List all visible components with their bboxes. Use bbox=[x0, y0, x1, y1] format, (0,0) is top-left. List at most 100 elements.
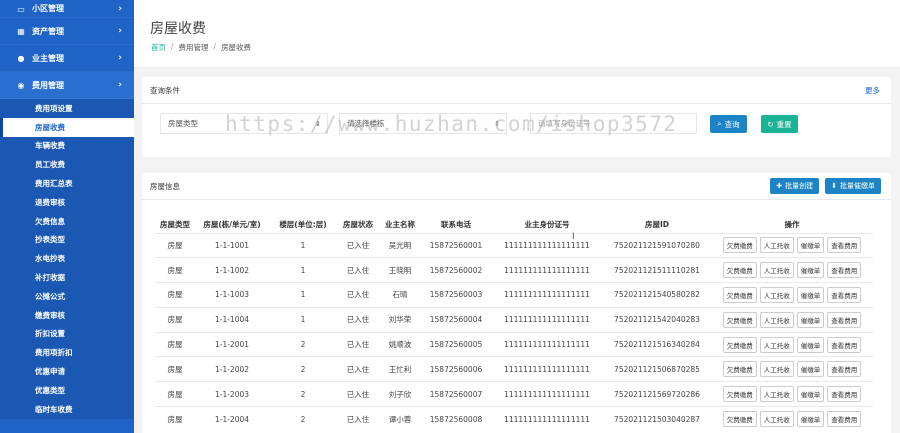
pay-arrears-button[interactable]: 欠费缴费 bbox=[722, 311, 757, 328]
manual-collection-button[interactable]: 人工托收 bbox=[759, 311, 794, 328]
sidebar-item-fee-summary[interactable]: 费用汇总表 bbox=[0, 174, 134, 193]
more-link[interactable]: 更多 bbox=[865, 85, 880, 96]
sidebar-item-shared-formula[interactable]: 公摊公式 bbox=[0, 287, 134, 306]
sidebar-group-community[interactable]: ▭ 小区管理 › bbox=[0, 0, 134, 18]
manual-collection-button[interactable]: 人工托收 bbox=[759, 237, 794, 254]
pay-arrears-button[interactable]: 欠费缴费 bbox=[722, 286, 757, 303]
id-number-input[interactable]: 请填写身份证号 bbox=[530, 113, 697, 134]
urge-notice-button[interactable]: 催缴单 bbox=[796, 336, 825, 353]
manual-collection-button[interactable]: 人工托收 bbox=[759, 286, 794, 303]
reset-button[interactable]: ↻ 重置 bbox=[761, 115, 798, 133]
manual-collection-button[interactable]: 人工托收 bbox=[759, 361, 794, 378]
sidebar-item-discount-type[interactable]: 优惠类型 bbox=[0, 381, 134, 400]
breadcrumb-fee-management[interactable]: 费用管理 bbox=[179, 42, 209, 53]
cell-floor: 2 bbox=[269, 331, 337, 357]
house-type-select[interactable]: 房屋类型 ⇕ bbox=[160, 113, 328, 134]
pay-arrears-button[interactable]: 欠费缴费 bbox=[722, 361, 757, 378]
view-fees-button[interactable]: 查看费用 bbox=[827, 411, 862, 428]
cell-actions: 欠费缴费 人工托收 催缴单 查看费用 bbox=[711, 356, 873, 382]
sidebar-item-vehicle-fee[interactable]: 车辆收费 bbox=[0, 137, 134, 156]
view-fees-button[interactable]: 查看费用 bbox=[827, 386, 862, 403]
cell-phone: 15872560005 bbox=[421, 331, 491, 357]
sidebar-item-refund-review[interactable]: 退费审核 bbox=[0, 193, 134, 212]
view-fees-button[interactable]: 查看费用 bbox=[827, 311, 862, 328]
breadcrumb-home-link[interactable]: 首页 bbox=[151, 42, 166, 53]
row-actions: 欠费缴费 人工托收 催缴单 查看费用 bbox=[711, 361, 873, 378]
cell-house-id: 752021121569720286 bbox=[603, 381, 711, 407]
sidebar-item-discount-settings[interactable]: 折扣设置 bbox=[0, 325, 134, 344]
cell-owner: 吴光明 bbox=[379, 232, 421, 258]
sidebar-item-meter-type[interactable]: 抄表类型 bbox=[0, 231, 134, 250]
col-house-type: 房屋类型 bbox=[155, 216, 195, 234]
pay-arrears-button[interactable]: 欠费缴费 bbox=[722, 411, 757, 428]
view-fees-button[interactable]: 查看费用 bbox=[827, 262, 862, 279]
cell-actions: 欠费缴费 人工托收 催缴单 查看费用 bbox=[711, 406, 873, 432]
batch-urge-button[interactable]: ⬇ 批量催缴单 bbox=[825, 178, 881, 194]
cell-phone: 15872560006 bbox=[421, 356, 491, 382]
sidebar-item-discount-apply[interactable]: 优惠申请 bbox=[0, 362, 134, 381]
view-fees-button[interactable]: 查看费用 bbox=[827, 286, 862, 303]
search-button[interactable]: ⌕ 查询 bbox=[710, 115, 747, 133]
sidebar: ▭ 小区管理 › ▦ 资产管理 › ● 业主管理 › ◉ 费用管理 › 费用项设… bbox=[0, 0, 134, 433]
pay-arrears-button[interactable]: 欠费缴费 bbox=[722, 386, 757, 403]
reset-button-label: 重置 bbox=[776, 119, 792, 129]
urge-notice-button[interactable]: 催缴单 bbox=[796, 311, 825, 328]
manual-collection-button[interactable]: 人工托收 bbox=[759, 386, 794, 403]
manual-collection-button[interactable]: 人工托收 bbox=[759, 336, 794, 353]
plus-icon: ✚ bbox=[776, 182, 783, 190]
coin-icon: ◉ bbox=[17, 80, 25, 90]
sidebar-item-fee-discount[interactable]: 费用项折扣 bbox=[0, 343, 134, 362]
building-select[interactable]: 请选择楼栋 ⇕ bbox=[339, 113, 507, 134]
manual-collection-button[interactable]: 人工托收 bbox=[759, 411, 794, 428]
urge-notice-button[interactable]: 催缴单 bbox=[796, 361, 825, 378]
sidebar-item-house-fee[interactable]: 房屋收费 bbox=[0, 117, 134, 137]
row-actions: 欠费缴费 人工托收 催缴单 查看费用 bbox=[711, 386, 873, 403]
sidebar-item-meter-reading[interactable]: 水电抄表 bbox=[0, 249, 134, 268]
urge-notice-button[interactable]: 催缴单 bbox=[796, 262, 825, 279]
pay-arrears-button[interactable]: 欠费缴费 bbox=[722, 237, 757, 254]
urge-notice-button[interactable]: 催缴单 bbox=[796, 237, 825, 254]
cell-house-id: 752021121506870285 bbox=[603, 356, 711, 382]
cell-id-number: 111111111111111111 bbox=[491, 282, 603, 308]
sidebar-item-fee-settings[interactable]: 费用项设置 bbox=[0, 99, 134, 118]
cell-house: 1-1-1003 bbox=[195, 282, 269, 308]
sidebar-item-payment-review[interactable]: 缴费审核 bbox=[0, 306, 134, 325]
sidebar-item-reprint-receipt[interactable]: 补打收据 bbox=[0, 268, 134, 287]
col-house: 房屋(栋/单元/室) bbox=[195, 216, 269, 234]
urge-notice-button[interactable]: 催缴单 bbox=[796, 411, 825, 428]
cell-floor: 2 bbox=[269, 356, 337, 382]
pay-arrears-button[interactable]: 欠费缴费 bbox=[722, 262, 757, 279]
sidebar-group-assets[interactable]: ▦ 资产管理 › bbox=[0, 18, 134, 45]
table-row: 房屋 1-1-1004 1 已入住 刘华荣 15872560004 111111111111… bbox=[155, 306, 873, 333]
cell-id-number: 111111111111111111 bbox=[491, 406, 603, 432]
reset-icon: ↻ bbox=[767, 119, 774, 129]
cell-actions: 欠费缴费 人工托收 催缴单 查看费用 bbox=[711, 257, 873, 283]
breadcrumb-separator: / bbox=[213, 42, 217, 51]
cell-house: 1-1-1002 bbox=[195, 257, 269, 283]
table-row: 房屋 1-1-1002 1 已入住 王晓明 15872560002 111111111111… bbox=[155, 257, 873, 283]
pay-arrears-button[interactable]: 欠费缴费 bbox=[722, 336, 757, 353]
query-panel: 查询条件 更多 房屋类型 ⇕ 请选择楼栋 ⇕ 请填写身份证号 ⌕ 查询 ↻ 重置 bbox=[142, 77, 891, 157]
urge-notice-button[interactable]: 催缴单 bbox=[796, 286, 825, 303]
view-fees-button[interactable]: 查看费用 bbox=[827, 361, 862, 378]
table-row: 房屋 1-1-1001 1 已入住 吴光明 15872560001 111111111111… bbox=[155, 232, 873, 258]
sidebar-group-fees[interactable]: ◉ 费用管理 › bbox=[0, 72, 134, 99]
manual-collection-button[interactable]: 人工托收 bbox=[759, 262, 794, 279]
view-fees-button[interactable]: 查看费用 bbox=[827, 237, 862, 254]
cell-floor: 1 bbox=[269, 306, 337, 333]
query-panel-header: 查询条件 更多 bbox=[142, 77, 891, 104]
col-id-number: 业主身份证号 bbox=[491, 216, 603, 234]
sidebar-item-arrears[interactable]: 欠费信息 bbox=[0, 212, 134, 231]
sidebar-item-staff-fee[interactable]: 员工收费 bbox=[0, 155, 134, 174]
cell-house: 1-1-2003 bbox=[195, 381, 269, 407]
sidebar-group-label: 业主管理 bbox=[32, 53, 64, 63]
cell-house-id: 752021121540580282 bbox=[603, 282, 711, 308]
sidebar-item-temp-parking-fee[interactable]: 临时车收费 bbox=[0, 400, 134, 419]
sidebar-group-owners[interactable]: ● 业主管理 › bbox=[0, 45, 134, 72]
cell-house-id: 752021121591070280 bbox=[603, 232, 711, 258]
batch-create-button[interactable]: ✚ 批量创建 bbox=[770, 178, 820, 194]
row-actions: 欠费缴费 人工托收 催缴单 查看费用 bbox=[711, 262, 873, 279]
urge-notice-button[interactable]: 催缴单 bbox=[796, 386, 825, 403]
breadcrumb-separator: / bbox=[171, 42, 174, 51]
view-fees-button[interactable]: 查看费用 bbox=[827, 336, 862, 353]
